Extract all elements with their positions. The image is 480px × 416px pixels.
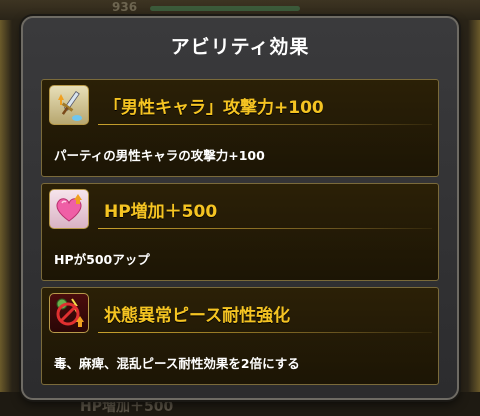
- ability-effect-dialog: アビリティ効果 「男性キャラ」攻撃力+100 パーティの男性キャラの攻撃力+10…: [21, 16, 459, 400]
- divider: [98, 124, 432, 125]
- heart-hp-up-icon: [49, 189, 89, 229]
- ability-description: HPが500アップ: [54, 252, 150, 267]
- ability-card-hp[interactable]: HP増加＋500 HPが500アップ: [41, 183, 439, 281]
- ability-description: パーティの男性キャラの攻撃力+100: [54, 148, 265, 163]
- ability-card-attack[interactable]: 「男性キャラ」攻撃力+100 パーティの男性キャラの攻撃力+100: [41, 79, 439, 177]
- background-left-frame: [0, 20, 12, 392]
- dialog-title: アビリティ効果: [170, 36, 310, 58]
- background-gauge: [150, 6, 300, 11]
- ability-name: HP増加＋500: [104, 202, 218, 222]
- ability-card-status-resist[interactable]: 状態異常ピース耐性強化 毒、麻痺、混乱ピース耐性効果を2倍にする: [41, 287, 439, 385]
- background-number: 936: [112, 0, 138, 14]
- sword-attack-up-icon: [49, 85, 89, 125]
- background-right-frame: [468, 20, 480, 392]
- status-resist-icon: [49, 293, 89, 333]
- ability-description: 毒、麻痺、混乱ピース耐性効果を2倍にする: [54, 356, 300, 371]
- divider: [98, 228, 432, 229]
- ability-name: 「男性キャラ」攻撃力+100: [104, 98, 324, 118]
- ability-name: 状態異常ピース耐性強化: [104, 306, 291, 326]
- divider: [98, 332, 432, 333]
